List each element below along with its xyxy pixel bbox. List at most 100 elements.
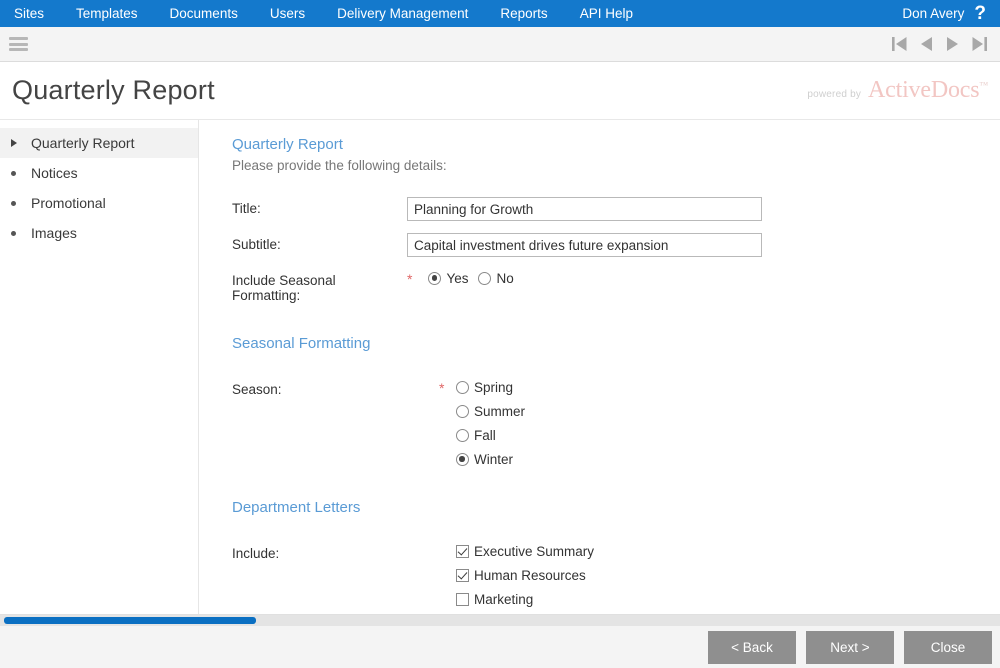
field-row-include-seasonal-formatting: Include Seasonal Formatting: * Yes No bbox=[232, 269, 1000, 303]
spacer bbox=[232, 315, 1000, 335]
radio-option-winter[interactable]: Winter bbox=[439, 452, 1000, 467]
brand-name: ActiveDocs™ bbox=[868, 77, 988, 104]
bullet-icon bbox=[11, 231, 29, 236]
field-row-title: Title: bbox=[232, 197, 1000, 221]
season-option-summer[interactable]: Summer bbox=[456, 404, 525, 419]
nav-item-api-help[interactable]: API Help bbox=[564, 0, 649, 27]
checkbox-marketing-label: Marketing bbox=[474, 592, 533, 607]
trademark-symbol: ™ bbox=[979, 80, 988, 90]
footer-button-bar: < Back Next > Close bbox=[0, 626, 1000, 668]
radio-spring-icon[interactable] bbox=[456, 381, 469, 394]
radio-option-spring[interactable]: * Spring bbox=[439, 380, 1000, 395]
brand-name-part-ocs: ocs bbox=[948, 77, 979, 103]
checkbox-option-human-resources[interactable]: Human Resources bbox=[439, 568, 1000, 583]
subtitle-control bbox=[407, 233, 1000, 257]
subtitle-label: Subtitle: bbox=[232, 233, 407, 252]
sidebar-item-label: Promotional bbox=[29, 195, 106, 211]
help-icon[interactable]: ? bbox=[974, 4, 992, 23]
season-option-fall[interactable]: Fall bbox=[456, 428, 496, 443]
field-row-subtitle: Subtitle: bbox=[232, 233, 1000, 257]
radio-fall-icon[interactable] bbox=[456, 429, 469, 442]
radio-option-yes[interactable]: Yes bbox=[428, 271, 468, 286]
previous-icon[interactable] bbox=[919, 35, 934, 53]
sidebar-item-images[interactable]: Images bbox=[0, 218, 198, 248]
radio-option-no[interactable]: No bbox=[478, 271, 513, 286]
checkbox-marketing-icon[interactable] bbox=[456, 593, 469, 606]
season-option-spring[interactable]: Spring bbox=[456, 380, 513, 395]
seasonal-radio-group: * Yes No bbox=[407, 269, 1000, 286]
hamburger-bar bbox=[9, 48, 28, 51]
department-letters-heading: Department Letters bbox=[232, 499, 1000, 516]
expand-triangle-icon bbox=[11, 139, 29, 147]
radio-winter-icon[interactable] bbox=[456, 453, 469, 466]
application-window: Sites Templates Documents Users Delivery… bbox=[0, 0, 1000, 668]
title-label: Title: bbox=[232, 197, 407, 216]
top-navigation-right: Don Avery ? bbox=[902, 0, 992, 27]
season-option-winter[interactable]: Winter bbox=[456, 452, 513, 467]
form-subheading: Please provide the following details: bbox=[232, 158, 1000, 173]
title-input[interactable] bbox=[407, 197, 762, 221]
form-heading: Quarterly Report bbox=[232, 136, 1000, 153]
powered-by-label: powered by bbox=[807, 89, 861, 100]
required-marker-slot: * bbox=[439, 381, 456, 395]
subtitle-input[interactable] bbox=[407, 233, 762, 257]
season-label: Season: bbox=[232, 378, 407, 397]
bullet-icon bbox=[11, 171, 29, 176]
radio-option-summer[interactable]: Summer bbox=[439, 404, 1000, 419]
spacer bbox=[232, 479, 1000, 499]
include-label: Include: bbox=[232, 542, 407, 561]
nav-item-reports[interactable]: Reports bbox=[484, 0, 563, 27]
back-button[interactable]: < Back bbox=[708, 631, 796, 664]
checkbox-executive-summary-icon[interactable] bbox=[456, 545, 469, 558]
close-button[interactable]: Close bbox=[904, 631, 992, 664]
wizard-navigation-arrows bbox=[891, 35, 988, 53]
radio-yes-label: Yes bbox=[446, 271, 468, 286]
nav-item-templates[interactable]: Templates bbox=[60, 0, 154, 27]
user-menu[interactable]: Don Avery bbox=[902, 6, 964, 21]
radio-yes-icon[interactable] bbox=[428, 272, 441, 285]
required-marker: * bbox=[439, 381, 444, 395]
include-control: Executive Summary Human Resources bbox=[439, 542, 1000, 614]
radio-fall-label: Fall bbox=[474, 428, 496, 443]
sidebar-item-promotional[interactable]: Promotional bbox=[0, 188, 198, 218]
brand-name-part-ctive: ctive bbox=[885, 77, 931, 103]
department-option-human-resources[interactable]: Human Resources bbox=[456, 568, 586, 583]
skip-to-first-icon[interactable] bbox=[891, 35, 908, 53]
checkbox-option-executive-summary[interactable]: Executive Summary bbox=[439, 544, 1000, 559]
sidebar-item-label: Images bbox=[29, 225, 77, 241]
sidebar-item-label: Quarterly Report bbox=[29, 135, 134, 151]
radio-no-icon[interactable] bbox=[478, 272, 491, 285]
nav-item-delivery-management[interactable]: Delivery Management bbox=[321, 0, 484, 27]
sidebar-item-label: Notices bbox=[29, 165, 78, 181]
sidebar-item-notices[interactable]: Notices bbox=[0, 158, 198, 188]
toolbar bbox=[0, 27, 1000, 62]
radio-summer-label: Summer bbox=[474, 404, 525, 419]
top-navigation-items: Sites Templates Documents Users Delivery… bbox=[0, 0, 649, 27]
required-marker: * bbox=[407, 272, 412, 286]
radio-summer-icon[interactable] bbox=[456, 405, 469, 418]
page-title: Quarterly Report bbox=[12, 75, 215, 106]
body-area: Quarterly Report Notices Promotional Ima… bbox=[0, 120, 1000, 614]
title-control bbox=[407, 197, 1000, 221]
hamburger-bar bbox=[9, 43, 28, 46]
department-checkbox-group: Executive Summary Human Resources bbox=[439, 542, 1000, 614]
seasonal-formatting-heading: Seasonal Formatting bbox=[232, 335, 1000, 352]
next-button[interactable]: Next > bbox=[806, 631, 894, 664]
checkbox-human-resources-icon[interactable] bbox=[456, 569, 469, 582]
sidebar: Quarterly Report Notices Promotional Ima… bbox=[0, 120, 199, 614]
next-icon[interactable] bbox=[945, 35, 960, 53]
department-option-executive-summary[interactable]: Executive Summary bbox=[456, 544, 594, 559]
radio-winter-label: Winter bbox=[474, 452, 513, 467]
nav-item-users[interactable]: Users bbox=[254, 0, 321, 27]
activedocs-logo: powered by ActiveDocs™ bbox=[807, 77, 988, 104]
radio-no-label: No bbox=[496, 271, 513, 286]
department-option-marketing[interactable]: Marketing bbox=[456, 592, 533, 607]
hamburger-icon[interactable] bbox=[9, 37, 28, 51]
sidebar-item-quarterly-report[interactable]: Quarterly Report bbox=[0, 128, 198, 158]
checkbox-option-marketing[interactable]: Marketing bbox=[439, 592, 1000, 607]
nav-item-sites[interactable]: Sites bbox=[0, 0, 60, 27]
skip-to-last-icon[interactable] bbox=[971, 35, 988, 53]
nav-item-documents[interactable]: Documents bbox=[154, 0, 254, 27]
radio-option-fall[interactable]: Fall bbox=[439, 428, 1000, 443]
brand-name-part-d: D bbox=[931, 77, 948, 103]
